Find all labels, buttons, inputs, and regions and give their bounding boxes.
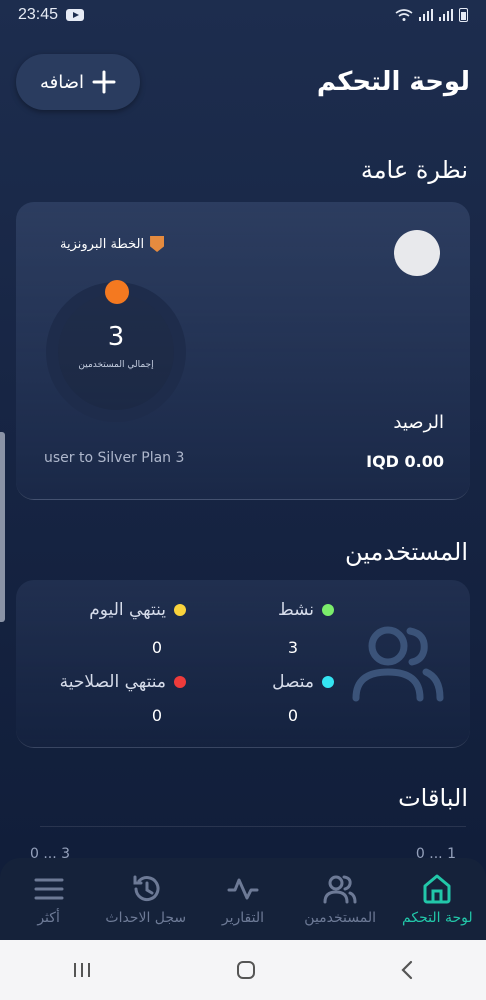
nav-item-history[interactable]: سجل الاحداث bbox=[101, 872, 191, 926]
status-time: 23:45 bbox=[18, 6, 59, 23]
back-icon[interactable] bbox=[399, 960, 415, 980]
overview-card: الخطة البرونزية 3 إجمالي المستخدمين الرص… bbox=[16, 202, 470, 500]
stat-expired-value: 0 bbox=[151, 706, 162, 725]
users-title: المستخدمين bbox=[345, 538, 468, 566]
nav-label-dashboard: لوحة التحكم bbox=[402, 910, 473, 926]
header: اضافه لوحة التحكم bbox=[16, 52, 470, 112]
total-users-label: إجمالي المستخدمين bbox=[78, 360, 154, 370]
recent-apps-icon[interactable] bbox=[71, 961, 93, 979]
avatar[interactable] bbox=[394, 230, 440, 276]
plan-badge: الخطة البرونزية bbox=[60, 236, 165, 252]
users-icon bbox=[352, 626, 444, 702]
status-bar: 23:45 bbox=[0, 0, 486, 30]
plan-upgrade-note: user to Silver Plan 3 bbox=[44, 450, 185, 466]
edge-scroll-handle[interactable] bbox=[0, 432, 5, 622]
nav-label-users: المستخدمين bbox=[304, 910, 377, 926]
stat-active-value: 3 bbox=[287, 638, 298, 657]
nav-item-users[interactable]: المستخدمين bbox=[295, 872, 385, 926]
system-nav-bar bbox=[0, 940, 486, 1000]
signal-icon-2 bbox=[439, 9, 453, 21]
stat-online-value: 0 bbox=[287, 706, 298, 725]
balance-label: الرصيد bbox=[393, 412, 444, 433]
stat-online-label: متصل bbox=[272, 672, 314, 692]
battery-icon bbox=[459, 8, 468, 22]
stat-expiring-today: ينتهي اليوم bbox=[89, 600, 186, 620]
online-dot-icon bbox=[322, 676, 334, 688]
nav-label-reports: التقارير bbox=[221, 910, 265, 926]
menu-icon bbox=[34, 878, 64, 900]
stat-expired-label: منتهي الصلاحية bbox=[59, 672, 166, 692]
stat-expired: منتهي الصلاحية bbox=[60, 672, 186, 692]
shield-icon bbox=[150, 236, 165, 252]
activity-icon bbox=[227, 878, 259, 900]
nav-item-more[interactable]: أكثر bbox=[4, 872, 94, 926]
status-icons bbox=[395, 8, 468, 22]
users-icon bbox=[323, 875, 357, 904]
nav-item-dashboard[interactable]: لوحة التحكم bbox=[392, 872, 482, 926]
plans-divider bbox=[40, 826, 466, 827]
wifi-icon bbox=[395, 9, 413, 21]
total-users-value: 3 bbox=[107, 322, 125, 352]
stat-expiring-label: ينتهي اليوم bbox=[89, 600, 166, 620]
nav-label-more: أكثر bbox=[37, 910, 60, 926]
active-dot-icon bbox=[322, 604, 334, 616]
home-button-icon[interactable] bbox=[235, 959, 257, 981]
users-card[interactable]: نشط 3 متصل 0 ينتهي اليوم 0 منتهي الصلاحي… bbox=[16, 580, 470, 748]
stat-active: نشط bbox=[278, 600, 334, 620]
page-title: لوحة التحكم bbox=[316, 67, 470, 97]
stat-online: متصل bbox=[272, 672, 334, 692]
expired-dot-icon bbox=[174, 676, 186, 688]
nav-label-history: سجل الاحداث bbox=[105, 910, 187, 926]
home-icon bbox=[423, 874, 451, 904]
expiring-dot-icon bbox=[174, 604, 186, 616]
bottom-nav: أكثر سجل الاحداث التقارير المستخدمين لوح… bbox=[0, 858, 486, 940]
stat-expiring-value: 0 bbox=[151, 638, 162, 657]
stat-active-label: نشط bbox=[277, 600, 314, 620]
add-label: اضافه bbox=[39, 71, 85, 93]
overview-title: نظرة عامة bbox=[360, 156, 468, 184]
donut-indicator bbox=[105, 280, 129, 304]
plan-name: الخطة البرونزية bbox=[60, 236, 145, 252]
add-button[interactable]: اضافه bbox=[16, 54, 140, 110]
plans-title: الباقات bbox=[398, 784, 468, 812]
nav-item-reports[interactable]: التقارير bbox=[198, 872, 288, 926]
signal-icon bbox=[419, 9, 433, 21]
plus-icon bbox=[92, 70, 116, 94]
youtube-icon bbox=[66, 9, 85, 21]
balance-value: IQD 0.00 bbox=[366, 452, 444, 471]
history-icon bbox=[133, 875, 160, 902]
